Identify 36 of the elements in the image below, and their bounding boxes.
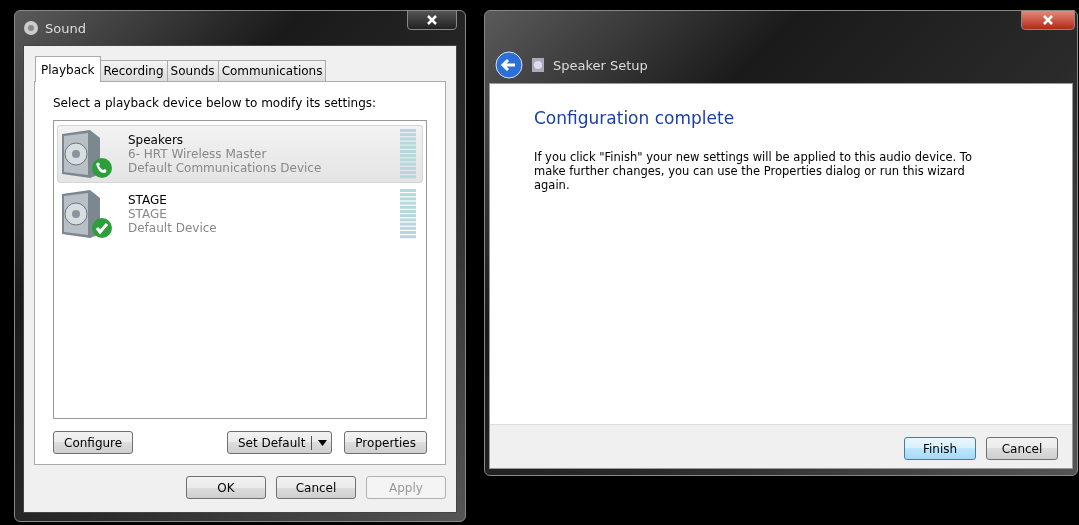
tab[interactable]: Communications [217, 60, 327, 81]
speaker-icon [60, 188, 114, 240]
dialog-button[interactable]: Finish [904, 437, 976, 460]
tab[interactable]: Playback [35, 56, 101, 82]
level-meter-icon [400, 129, 416, 179]
device-item[interactable]: STAGE STAGE Default Device [57, 185, 423, 243]
speaker-icon [23, 20, 39, 36]
device-item[interactable]: Speakers 6- HRT Wireless Master Default Communications Device [57, 125, 423, 183]
dialog-button[interactable]: Cancel [276, 476, 356, 499]
level-meter-icon [400, 189, 416, 239]
instruction-text: Select a playback device below to modify its settings: [53, 96, 378, 110]
close-icon [1042, 15, 1054, 25]
configure-button[interactable]: Configure [53, 431, 134, 454]
device-name: Speakers [128, 133, 185, 147]
page-heading: Configuration complete [534, 108, 736, 128]
close-button[interactable] [407, 10, 457, 30]
properties-button[interactable]: Properties [344, 431, 427, 454]
close-button[interactable] [1021, 10, 1075, 30]
device-description: 6- HRT Wireless Master [128, 147, 268, 161]
set-default-button[interactable]: Set Default [226, 431, 333, 454]
device-description: STAGE [128, 207, 168, 221]
window-title: Speaker Setup [553, 58, 648, 73]
device-status: Default Communications Device [128, 161, 323, 175]
close-icon [426, 15, 438, 25]
back-button[interactable] [495, 51, 523, 79]
body-text: If you click "Finish" your new settings will be applied to this audio device. To make further changes, you can use the Properties dialog or run this wizard again. [534, 150, 973, 192]
dialog-button[interactable]: OK [186, 476, 266, 499]
tab[interactable]: Sounds [166, 60, 219, 81]
device-status: Default Device [128, 221, 218, 235]
device-name: STAGE [128, 193, 168, 207]
window-title: Sound [45, 20, 86, 36]
caret-icon [318, 439, 328, 446]
tab[interactable]: Recording [99, 60, 168, 81]
dialog-button[interactable]: Cancel [986, 437, 1058, 460]
speaker-icon [60, 128, 114, 180]
speaker-icon [531, 57, 545, 73]
